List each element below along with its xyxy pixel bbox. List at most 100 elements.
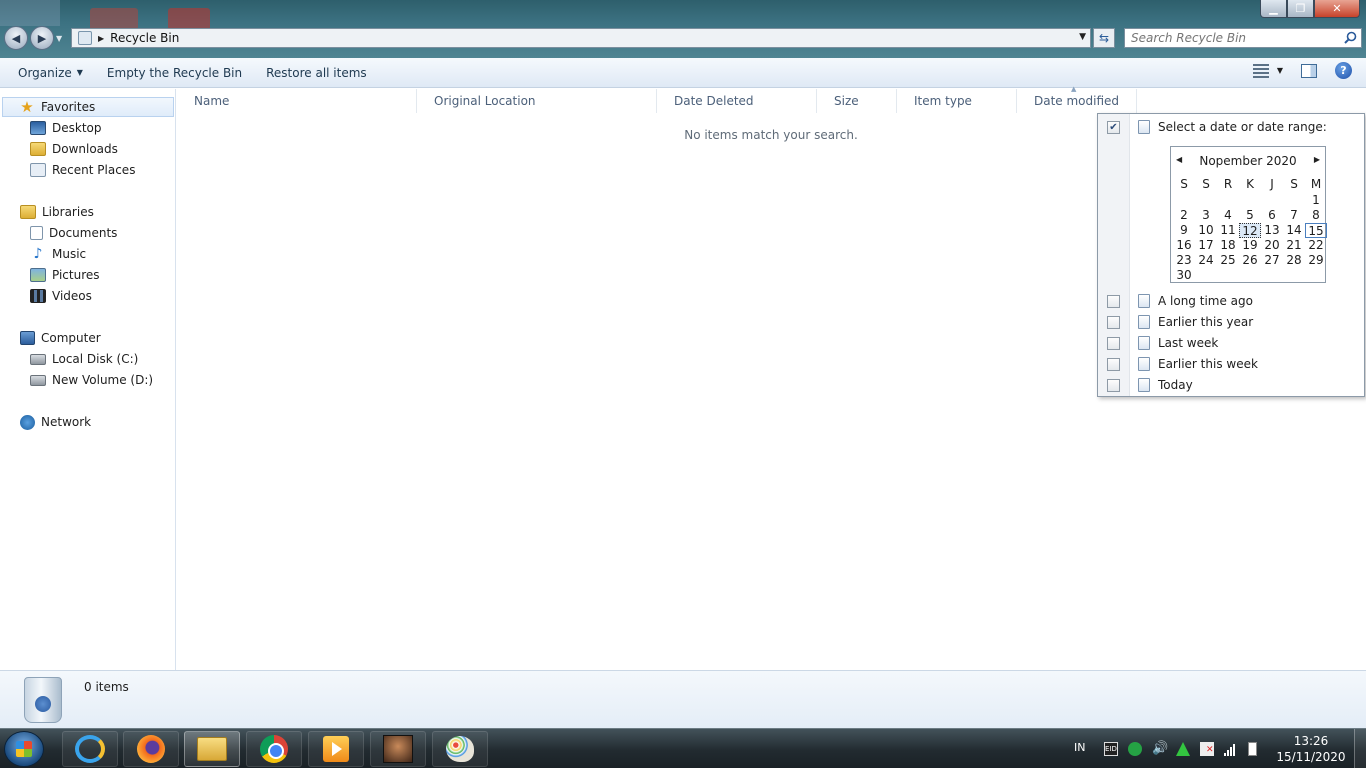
taskbar-media-player[interactable] bbox=[308, 731, 364, 767]
calendar-day[interactable]: 29 bbox=[1305, 253, 1327, 268]
column-header-date-deleted[interactable]: Date Deleted bbox=[657, 89, 817, 113]
sidebar-item-music[interactable]: ♪ Music bbox=[30, 244, 87, 264]
calendar-day[interactable]: 6 bbox=[1261, 208, 1283, 223]
address-bar[interactable]: ▶ Recycle Bin ▼ bbox=[71, 28, 1091, 48]
calendar-day[interactable]: 10 bbox=[1195, 223, 1217, 238]
option-label[interactable]: Today bbox=[1158, 378, 1193, 392]
column-header-size[interactable]: Size bbox=[817, 89, 897, 113]
column-header-name[interactable]: Name bbox=[177, 89, 417, 113]
change-view-button[interactable]: ▼ bbox=[1252, 63, 1283, 78]
option-label[interactable]: Last week bbox=[1158, 336, 1218, 350]
calendar-day[interactable]: 14 bbox=[1283, 223, 1305, 238]
calendar-day[interactable]: 25 bbox=[1217, 253, 1239, 268]
taskbar-paint[interactable] bbox=[432, 731, 488, 767]
empty-recycle-bin-button[interactable]: Empty the Recycle Bin bbox=[99, 61, 250, 85]
restore-all-button[interactable]: Restore all items bbox=[258, 61, 375, 85]
calendar-day[interactable]: 7 bbox=[1283, 208, 1305, 223]
option-checkbox-today[interactable] bbox=[1107, 379, 1120, 392]
close-button[interactable]: ✕ bbox=[1314, 0, 1360, 18]
power-icon[interactable] bbox=[1248, 742, 1257, 756]
start-button[interactable] bbox=[4, 731, 44, 767]
calendar-day[interactable]: 23 bbox=[1173, 253, 1195, 268]
calendar-day[interactable]: 21 bbox=[1283, 238, 1305, 253]
calendar-day[interactable]: 20 bbox=[1261, 238, 1283, 253]
taskbar-windows-explorer[interactable] bbox=[184, 731, 240, 767]
column-header-original-location[interactable]: Original Location bbox=[417, 89, 657, 113]
calendar-day[interactable]: 2 bbox=[1173, 208, 1195, 223]
calendar-day[interactable]: 30 bbox=[1173, 268, 1195, 283]
calendar-day[interactable]: 27 bbox=[1261, 253, 1283, 268]
back-button[interactable]: ◀ bbox=[4, 26, 28, 50]
calendar-day[interactable]: 28 bbox=[1283, 253, 1305, 268]
calendar-day[interactable]: 8 bbox=[1305, 208, 1327, 223]
option-label[interactable]: Earlier this year bbox=[1158, 315, 1253, 329]
input-language-indicator[interactable]: IN bbox=[1074, 741, 1085, 754]
calendar-day[interactable]: 4 bbox=[1217, 208, 1239, 223]
taskbar-chrome[interactable] bbox=[246, 731, 302, 767]
calendar-day[interactable]: 9 bbox=[1173, 223, 1195, 238]
recent-pages-dropdown[interactable]: ▼ bbox=[56, 34, 62, 50]
taskbar-firefox[interactable] bbox=[123, 731, 179, 767]
option-checkbox-long-time-ago[interactable] bbox=[1107, 295, 1120, 308]
calendar-day[interactable]: 3 bbox=[1195, 208, 1217, 223]
calendar-day[interactable]: 5 bbox=[1239, 208, 1261, 223]
security-shield-icon[interactable] bbox=[1128, 742, 1142, 756]
column-header-item-type[interactable]: Item type bbox=[897, 89, 1017, 113]
search-icon[interactable] bbox=[1344, 31, 1357, 44]
search-box[interactable] bbox=[1124, 28, 1362, 48]
taskbar-internet-explorer[interactable] bbox=[62, 731, 118, 767]
option-label[interactable]: Earlier this week bbox=[1158, 357, 1258, 371]
eid-tray-icon[interactable]: EID bbox=[1104, 742, 1118, 756]
calendar-month-title[interactable]: Nopember 2020 bbox=[1171, 154, 1325, 168]
option-checkbox-last-week[interactable] bbox=[1107, 337, 1120, 350]
chevron-right-icon[interactable]: ▶ bbox=[98, 34, 104, 43]
calendar-day[interactable]: 16 bbox=[1173, 238, 1195, 253]
sidebar-item-recent-places[interactable]: Recent Places bbox=[30, 160, 135, 180]
calendar-day[interactable]: 1 bbox=[1305, 193, 1327, 208]
refresh-button[interactable]: ⇆ bbox=[1093, 28, 1115, 48]
sidebar-item-pictures[interactable]: Pictures bbox=[30, 265, 100, 285]
option-checkbox-earlier-this-week[interactable] bbox=[1107, 358, 1120, 371]
maximize-button[interactable]: ❐ bbox=[1287, 0, 1314, 18]
show-desktop-button[interactable] bbox=[1354, 729, 1366, 768]
address-dropdown-icon[interactable]: ▼ bbox=[1079, 32, 1086, 42]
calendar-day[interactable]: 18 bbox=[1217, 238, 1239, 253]
sidebar-item-documents[interactable]: Documents bbox=[30, 223, 117, 243]
sidebar-item-downloads[interactable]: Downloads bbox=[30, 139, 118, 159]
option-label[interactable]: A long time ago bbox=[1158, 294, 1253, 308]
next-month-button[interactable]: ▶ bbox=[1314, 155, 1320, 164]
signal-strength-icon[interactable] bbox=[1224, 742, 1238, 756]
help-icon[interactable]: ? bbox=[1335, 62, 1352, 79]
calendar-day[interactable]: 24 bbox=[1195, 253, 1217, 268]
sidebar-item-videos[interactable]: Videos bbox=[30, 286, 92, 306]
sidebar-item-network[interactable]: Network bbox=[20, 412, 91, 432]
minimize-button[interactable]: ▁ bbox=[1260, 0, 1287, 18]
column-header-date-modified[interactable]: Date modified bbox=[1017, 89, 1137, 113]
volume-icon[interactable]: 🔊 bbox=[1152, 742, 1168, 756]
sidebar-item-libraries[interactable]: Libraries bbox=[20, 202, 94, 222]
calendar-day[interactable]: 26 bbox=[1239, 253, 1261, 268]
sidebar-item-desktop[interactable]: Desktop bbox=[30, 118, 102, 138]
network-status-icon[interactable] bbox=[1176, 742, 1190, 756]
calendar-day[interactable]: 12 bbox=[1239, 223, 1261, 238]
sidebar-item-favorites[interactable]: ★ Favorites bbox=[2, 97, 174, 117]
option-checkbox-earlier-this-year[interactable] bbox=[1107, 316, 1120, 329]
preview-pane-icon[interactable] bbox=[1301, 63, 1317, 78]
sidebar-item-computer[interactable]: Computer bbox=[20, 328, 101, 348]
calendar-day[interactable]: 19 bbox=[1239, 238, 1261, 253]
calendar-day[interactable]: 13 bbox=[1261, 223, 1283, 238]
calendar-day[interactable]: 15 bbox=[1305, 223, 1327, 238]
organize-button[interactable]: Organize ▼ bbox=[10, 61, 91, 85]
action-center-flag-icon[interactable] bbox=[1200, 742, 1214, 756]
sidebar-item-local-disk[interactable]: Local Disk (C:) bbox=[30, 349, 138, 369]
calendar-day[interactable]: 11 bbox=[1217, 223, 1239, 238]
address-breadcrumb[interactable]: Recycle Bin bbox=[110, 31, 179, 45]
calendar-day[interactable]: 22 bbox=[1305, 238, 1327, 253]
sidebar-item-new-volume[interactable]: New Volume (D:) bbox=[30, 370, 153, 390]
forward-button[interactable]: ▶ bbox=[30, 26, 54, 50]
taskbar-game[interactable] bbox=[370, 731, 426, 767]
calendar-day[interactable]: 17 bbox=[1195, 238, 1217, 253]
search-input[interactable] bbox=[1131, 31, 1331, 45]
select-date-range-checkbox[interactable]: ✔ bbox=[1107, 121, 1120, 134]
taskbar-clock[interactable]: 13:26 15/11/2020 bbox=[1276, 733, 1346, 765]
